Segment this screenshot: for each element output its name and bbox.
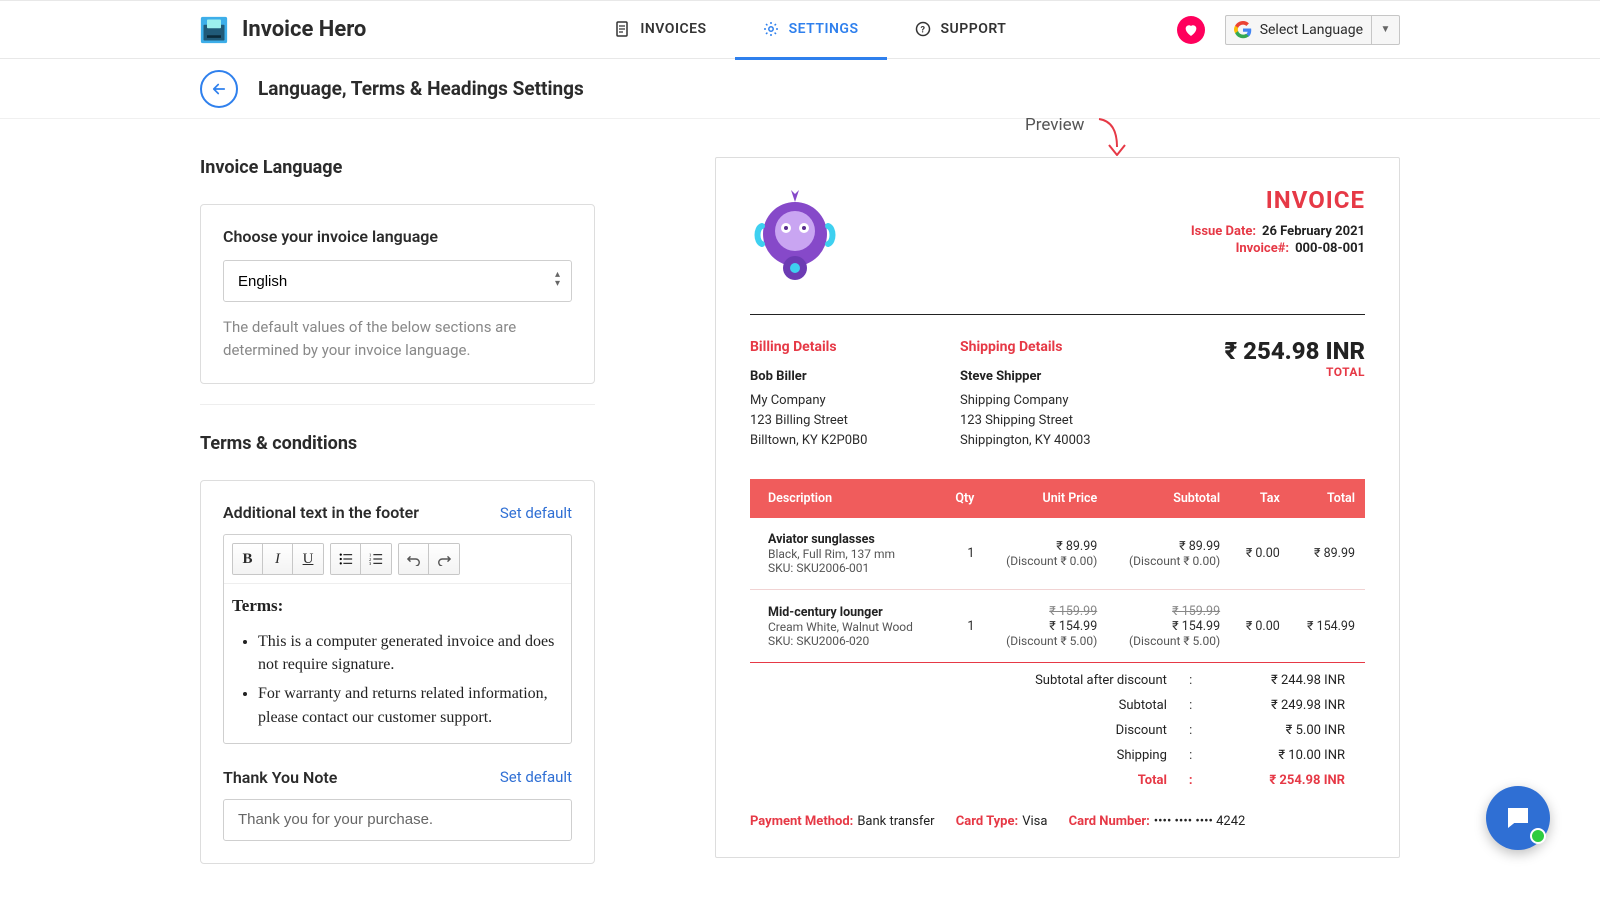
italic-button[interactable]: I (263, 544, 293, 574)
back-button[interactable] (200, 70, 238, 108)
billing-street: 123 Billing Street (750, 411, 960, 431)
line-items-table: Description Qty Unit Price Subtotal Tax … (750, 479, 1365, 663)
nav-support[interactable]: ? SUPPORT (887, 2, 1035, 60)
heart-icon (1183, 22, 1199, 38)
table-row: Aviator sunglassesBlack, Full Rim, 137 m… (750, 518, 1365, 590)
terms-bullet: For warranty and returns related informa… (258, 682, 565, 728)
arrow-left-icon (210, 80, 228, 98)
svg-text:3: 3 (369, 561, 372, 566)
google-icon (1234, 21, 1252, 39)
summary-table: Subtotal after discount:₹ 244.98 INR Sub… (750, 667, 1365, 794)
terms-bullet: This is a computer generated invoice and… (258, 630, 565, 676)
nav-settings-label: SETTINGS (789, 21, 859, 37)
bullet-list-icon (339, 552, 353, 566)
bold-button[interactable]: B (233, 544, 263, 574)
footer-text-label: Additional text in the footer (223, 503, 419, 522)
lang-caret: ▼ (1371, 15, 1399, 45)
thanks-label: Thank You Note (223, 768, 337, 787)
numbered-list-icon: 123 (369, 552, 383, 566)
issue-date-label: Issue Date: (1191, 224, 1256, 239)
footer-set-default-link[interactable]: Set default (500, 504, 572, 522)
rte-toolbar: B I U 123 (224, 535, 571, 584)
bullet-list-button[interactable] (331, 544, 361, 574)
brand-logo-icon (200, 16, 228, 44)
choose-language-label: Choose your invoice language (223, 227, 572, 246)
col-desc: Description (750, 479, 941, 518)
preview-label: Preview (1025, 115, 1084, 135)
redo-icon (437, 552, 451, 566)
google-translate-select[interactable]: Select Language ▼ (1225, 15, 1400, 45)
company-logo-icon (750, 186, 840, 286)
language-select[interactable]: English (223, 260, 572, 302)
svg-text:?: ? (920, 26, 925, 36)
shipping-heading: Shipping Details (960, 337, 1170, 359)
favorite-button[interactable] (1177, 16, 1205, 44)
col-unit: Unit Price (984, 479, 1107, 518)
nav-settings[interactable]: SETTINGS (735, 2, 887, 60)
billing-city: Billtown, KY K2P0B0 (750, 431, 960, 451)
table-row: Mid-century loungerCream White, Walnut W… (750, 590, 1365, 663)
lang-select-label: Select Language (1260, 22, 1363, 38)
shipping-company: Shipping Company (960, 391, 1170, 411)
numbered-list-button[interactable]: 123 (361, 544, 391, 574)
grand-total-label: TOTAL (1225, 365, 1366, 379)
total-block: ₹ 254.98 INR TOTAL (1225, 337, 1366, 451)
chat-icon (1503, 803, 1533, 833)
invoice-preview: INVOICE Issue Date: 26 February 2021 Invo… (715, 157, 1400, 858)
redo-button[interactable] (429, 544, 459, 574)
subheader: Language, Terms & Headings Settings (0, 59, 1600, 119)
shipping-city: Shippington, KY 40003 (960, 431, 1170, 451)
shipping-street: 123 Shipping Street (960, 411, 1170, 431)
invoice-number-label: Invoice#: (1236, 241, 1290, 256)
page-title: Language, Terms & Headings Settings (258, 77, 584, 100)
undo-button[interactable] (399, 544, 429, 574)
top-header: Invoice Hero INVOICES SETTINGS ? SUPPORT (0, 0, 1600, 59)
undo-icon (407, 552, 421, 566)
nav-invoices-label: INVOICES (640, 21, 706, 37)
billing-block: Billing Details Bob Biller My Company 12… (750, 337, 960, 451)
online-status-dot (1530, 828, 1546, 844)
col-qty: Qty (941, 479, 984, 518)
help-icon: ? (915, 21, 931, 37)
footer-rich-editor: B I U 123 (223, 534, 572, 744)
brand: Invoice Hero (200, 16, 366, 44)
section-terms-heading: Terms & conditions (200, 433, 595, 454)
chat-button[interactable] (1486, 786, 1550, 850)
billing-heading: Billing Details (750, 337, 960, 359)
invoice-icon (614, 21, 630, 37)
billing-company: My Company (750, 391, 960, 411)
payment-footer: Payment Method:Bank transfer Card Type:V… (750, 814, 1365, 829)
billing-name: Bob Biller (750, 367, 960, 387)
terms-panel: Additional text in the footer Set defaul… (200, 480, 595, 864)
shipping-name: Steve Shipper (960, 367, 1170, 387)
col-total: Total (1290, 479, 1365, 518)
language-helper-text: The default values of the below sections… (223, 316, 572, 361)
gear-icon (763, 21, 779, 37)
grand-total: ₹ 254.98 INR (1225, 337, 1366, 365)
shipping-block: Shipping Details Steve Shipper Shipping … (960, 337, 1170, 451)
brand-name: Invoice Hero (242, 17, 366, 42)
nav-invoices[interactable]: INVOICES (586, 2, 734, 60)
rte-content[interactable]: Terms: This is a computer generated invo… (224, 584, 571, 743)
col-subtotal: Subtotal (1107, 479, 1230, 518)
section-divider (200, 404, 595, 405)
language-panel: Choose your invoice language English ▴▾ … (200, 204, 595, 384)
curved-arrow-icon (1095, 117, 1131, 159)
thanks-set-default-link[interactable]: Set default (500, 768, 572, 786)
main-nav: INVOICES SETTINGS ? SUPPORT (586, 1, 1034, 59)
issue-date-value: 26 February 2021 (1262, 224, 1365, 239)
invoice-number-value: 000-08-001 (1295, 241, 1365, 256)
col-tax: Tax (1230, 479, 1290, 518)
terms-heading: Terms: (230, 596, 565, 616)
section-language-heading: Invoice Language (200, 157, 595, 178)
underline-button[interactable]: U (293, 544, 323, 574)
invoice-title: INVOICE (1191, 186, 1365, 214)
thanks-input[interactable] (223, 799, 572, 841)
nav-support-label: SUPPORT (941, 21, 1007, 37)
